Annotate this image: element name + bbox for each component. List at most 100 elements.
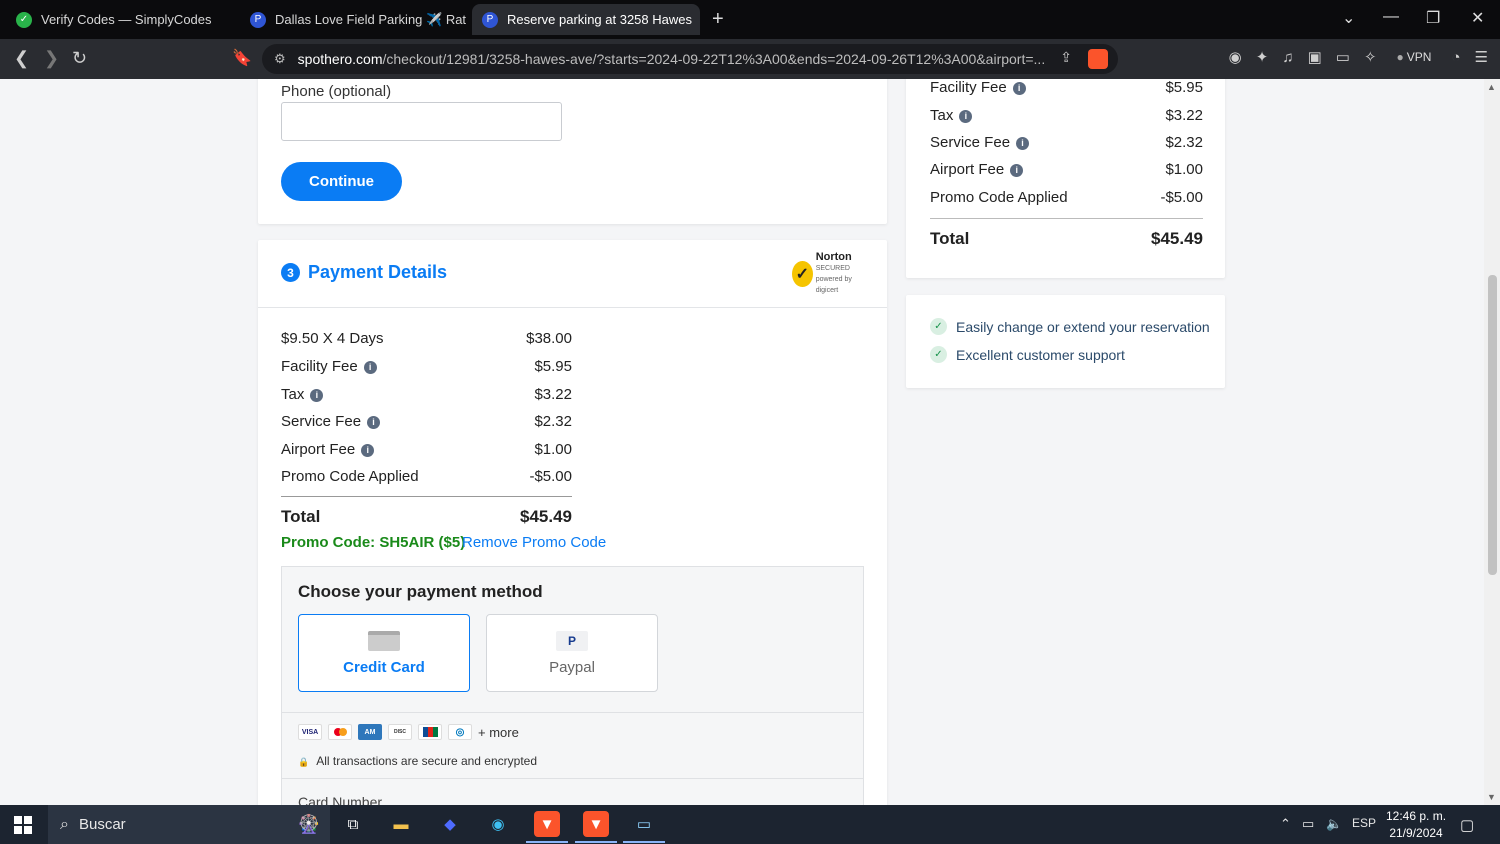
info-icon[interactable]: i [1016,136,1030,150]
back-icon[interactable]: ❮ [14,48,29,69]
media-icon[interactable]: ♫ [1282,49,1293,66]
summary-line: Service Fee i $2.32 [930,134,1203,151]
brave-shields-icon[interactable] [1088,49,1108,69]
card-brands: VISA AM DISC ◎ + more [298,724,519,740]
price-line-label: Tax [281,386,305,403]
brave-news-icon[interactable]: ◔ [1451,49,1460,66]
tab-title: Verify Codes — SimplyCodes [41,12,212,27]
bookmark-icon[interactable]: 🔖 [232,48,252,68]
summary-line-amount: $1.00 [1165,161,1203,178]
info-icon[interactable]: i [959,109,973,123]
price-line-amount: $1.00 [534,441,572,458]
info-icon[interactable]: i [1012,81,1026,95]
file-explorer-icon[interactable]: ▬ [388,811,414,837]
chevron-up-icon[interactable]: ⌃ [1280,816,1291,832]
brave-icon[interactable]: ▼ [575,811,617,843]
more-brands: + more [478,724,519,740]
price-line: Airport Fee i $1.00 [281,441,572,458]
extensions-icon[interactable]: ✦ [1256,48,1269,66]
notifications-icon[interactable]: ▢ [1460,816,1474,834]
summary-line: Promo Code Applied -$5.00 [930,189,1203,206]
summary-line-label: Tax [930,107,954,124]
summary-line: Airport Fee i $1.00 [930,161,1203,178]
share-icon[interactable]: ⇪ [1060,49,1072,69]
promo-code-text: Promo Code: SH5AIR ($5) [281,534,466,551]
amex-icon: AM [358,724,382,740]
credit-card-option[interactable]: Credit Card [298,614,470,692]
menu-icon[interactable]: ☰ [1475,48,1488,66]
norton-label: Norton [815,251,852,263]
continue-button[interactable]: Continue [281,162,402,201]
scrollbar-thumb[interactable] [1488,275,1497,575]
sidebar-icon[interactable]: ▣ [1308,48,1322,66]
summary-total-label: Total [930,229,970,248]
spothero-icon: P [482,11,498,28]
language-indicator[interactable]: ESP [1352,816,1376,830]
check-icon: ✓ [930,318,947,335]
scroll-up-icon[interactable]: ▲ [1487,82,1496,92]
new-tab-button[interactable]: + [712,8,724,31]
info-icon[interactable]: i [310,388,324,402]
info-icon[interactable]: i [361,443,375,457]
remove-promo-link[interactable]: Remove Promo Code [462,534,606,551]
price-line-label: Facility Fee [281,358,358,375]
site-settings-icon[interactable]: ⚙ [274,51,286,67]
spothero-icon: P [250,11,266,28]
profile-extension-icon[interactable]: ◉ [1229,48,1242,66]
wallet-icon[interactable]: ▭ [1336,48,1350,66]
close-window-button[interactable]: ✕ [1471,8,1484,28]
total-separator [281,496,572,497]
feature-item: ✓ Easily change or extend your reservati… [930,318,1210,335]
info-icon[interactable]: i [1010,163,1024,177]
paypal-option[interactable]: P Paypal [486,614,658,692]
tab-list-chevron-icon[interactable]: ⌄ [1342,8,1355,28]
app-icon[interactable]: ◆ [437,811,463,837]
restore-button[interactable]: ❐ [1426,8,1440,28]
discover-icon: DISC [388,724,412,740]
summary-line-label: Airport Fee [930,161,1005,178]
total-separator [930,218,1203,219]
close-tab-icon[interactable]: ✕ [692,11,700,28]
norton-secured-badge: ✓ Norton SECURED powered by digicert [792,252,864,294]
page-scrollbar[interactable]: ▲ ▼ [1484,79,1500,805]
divider [282,712,863,713]
price-line-amount: $2.32 [534,413,572,430]
taskbar-search[interactable]: ⌕ Buscar 🎡 [48,805,330,844]
tab-dallas-parking[interactable]: P Dallas Love Field Parking ✈️ Rates [240,4,466,35]
forward-icon[interactable]: ❯ [44,48,59,69]
info-icon[interactable]: i [367,415,381,429]
scroll-down-icon[interactable]: ▼ [1487,792,1496,802]
url-path: /checkout/12981/3258-hawes-ave/?starts=2… [382,51,1046,67]
vpn-button[interactable]: VPN [1391,48,1438,66]
reload-icon[interactable]: ↻ [72,48,87,69]
windows-start-icon[interactable] [14,816,32,834]
browser-toolbar: ❮ ❯ ↻ 🔖 ⚙ spothero.com /checkout/12981/3… [0,39,1500,79]
clock[interactable]: 12:46 p. m. 21/9/2024 [1386,808,1446,842]
task-view-icon[interactable]: ⧉ [340,811,366,837]
tab-simplycodes[interactable]: ✓ Verify Codes — SimplyCodes [6,4,234,35]
leo-ai-icon[interactable]: ✧ [1364,48,1377,66]
check-icon: ✓ [930,346,947,363]
price-line: Service Fee i $2.32 [281,413,572,430]
brave-icon[interactable]: ▼ [526,811,568,843]
volume-icon[interactable]: 🔈 [1326,816,1342,832]
windows-taskbar: ⌕ Buscar 🎡 ⧉ ▬ ◆ ◉ ▼ ▼ ▭ ⌃ ▭ 🔈 ESP 12:46… [0,805,1500,844]
norton-sub: SECURED [815,265,850,272]
clock-time: 12:46 p. m. [1386,809,1447,823]
edge-icon[interactable]: ◉ [485,811,511,837]
browser-tab-bar: ✓ Verify Codes — SimplyCodes P Dallas Lo… [0,0,1500,39]
payment-method-box: Choose your payment method Credit Card P… [281,566,864,805]
price-line: Facility Fee i $5.95 [281,358,572,375]
minimize-button[interactable]: — [1383,8,1399,26]
tab-reserve-parking[interactable]: P Reserve parking at 3258 Hawes ✕ [472,4,700,35]
remote-desktop-icon[interactable]: ▭ [623,811,665,843]
price-line: Promo Code Applied -$5.00 [281,468,572,485]
url-bar[interactable]: ⚙ spothero.com /checkout/12981/3258-hawe… [262,44,1118,74]
price-line-amount: -$5.00 [529,468,572,485]
secure-note: All transactions are secure and encrypte… [298,754,537,768]
phone-input[interactable] [281,102,562,141]
network-icon[interactable]: ▭ [1302,816,1314,832]
price-line-label: Airport Fee [281,441,356,458]
info-icon[interactable]: i [363,360,377,374]
search-icon: ⌕ [60,815,69,833]
